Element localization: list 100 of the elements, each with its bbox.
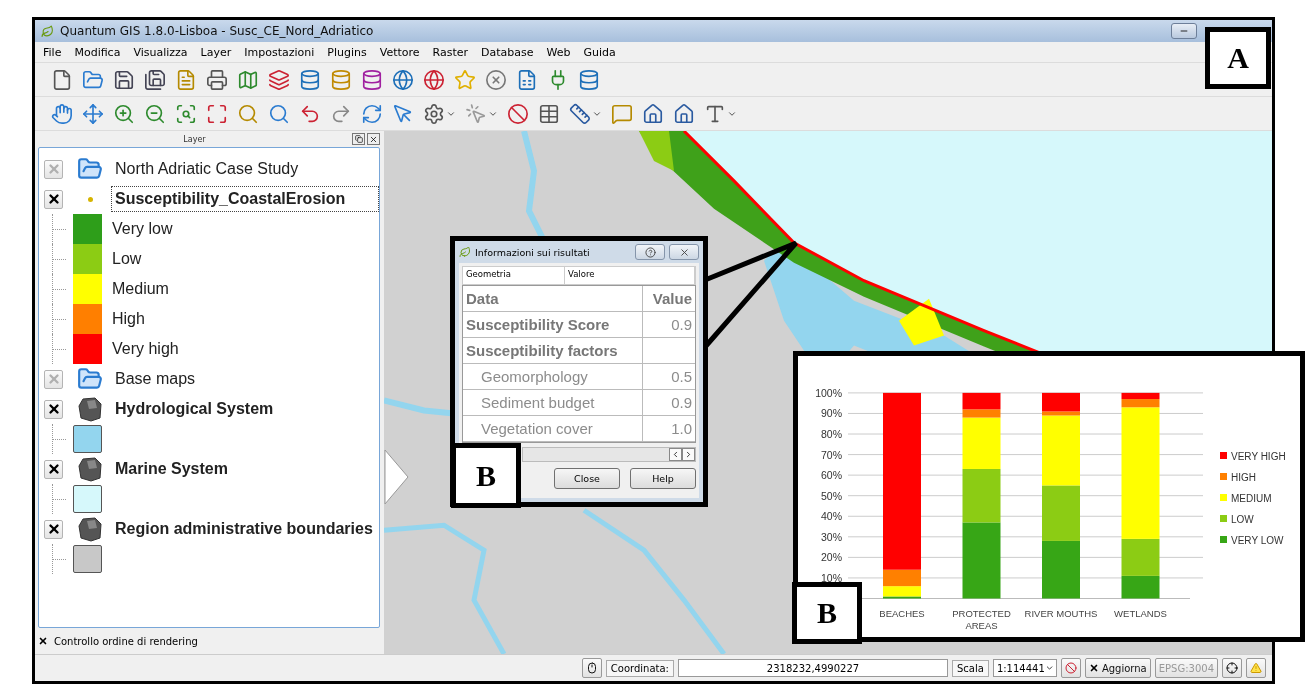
table-icon[interactable] <box>538 102 560 125</box>
layers-icon[interactable] <box>268 68 290 91</box>
map-icon[interactable] <box>237 68 259 91</box>
scroll-left-button[interactable] <box>669 448 682 461</box>
speech-bubble-icon[interactable] <box>611 102 633 125</box>
database-icon[interactable] <box>578 68 600 91</box>
panel-toggle-handle[interactable] <box>384 449 410 505</box>
zoom-selection-icon[interactable] <box>175 102 197 125</box>
spreadsheet-icon[interactable] <box>516 68 538 91</box>
database-icon[interactable] <box>330 68 352 91</box>
check-mark-icon[interactable] <box>38 636 48 646</box>
table-cell: Vegetation cover <box>463 416 643 442</box>
database-icon[interactable] <box>361 68 383 91</box>
mouse-icon <box>585 662 598 674</box>
table-cell: Susceptibility Score <box>463 312 643 338</box>
panel-title: Layer <box>182 134 207 144</box>
y-tick-label: 90% <box>821 407 842 420</box>
crosshair-button[interactable] <box>1222 658 1242 678</box>
close-icon <box>369 134 378 144</box>
column-header[interactable]: Geometria <box>463 267 565 284</box>
dialog-title: Informazioni sui risultati <box>475 246 591 258</box>
select-icon[interactable] <box>465 102 487 125</box>
menu-item[interactable]: Web <box>546 45 571 59</box>
scroll-right-button[interactable] <box>682 448 695 461</box>
zoom-in-icon[interactable] <box>113 102 135 125</box>
coordinate-field[interactable]: 2318232,4990227 <box>678 659 948 677</box>
leaf-icon <box>41 24 54 38</box>
document-icon[interactable] <box>175 68 197 91</box>
polygon-layer-icon <box>77 516 103 542</box>
float-button[interactable] <box>352 133 365 145</box>
polygon-layer-icon <box>77 456 103 482</box>
table-cell: Geomorphology <box>463 364 643 390</box>
layer-name[interactable]: Region administrative boundaries <box>111 516 377 542</box>
new-file-icon[interactable] <box>51 68 73 91</box>
hand-icon[interactable] <box>51 102 73 125</box>
layer-name[interactable]: Marine System <box>111 456 232 482</box>
help-button[interactable] <box>635 244 665 260</box>
layer-name[interactable]: Susceptibility_CoastalErosion <box>111 186 379 212</box>
print-icon[interactable] <box>206 68 228 91</box>
search-icon[interactable] <box>237 102 259 125</box>
minimize-button[interactable] <box>1171 23 1197 39</box>
stop-render-button[interactable] <box>1060 658 1081 678</box>
caret-icon <box>1044 663 1054 673</box>
scale-label: Scala <box>952 659 989 677</box>
menu-item[interactable]: File <box>43 45 62 59</box>
polygon-layer-icon <box>77 396 103 422</box>
deselect-icon[interactable] <box>507 102 529 125</box>
save-icon[interactable] <box>113 68 135 91</box>
database-icon[interactable] <box>299 68 321 91</box>
globe-icon[interactable] <box>392 68 414 91</box>
pointer-icon[interactable] <box>392 102 414 125</box>
ruler-icon[interactable] <box>569 102 591 125</box>
table-cell: 1.0 <box>643 416 695 442</box>
table-cell: Sediment budget <box>463 390 643 416</box>
save-as-icon[interactable] <box>144 68 166 91</box>
close-button[interactable] <box>367 133 380 145</box>
column-header[interactable]: Valore <box>565 267 695 284</box>
folder-icon <box>77 366 103 392</box>
dot-icon <box>87 196 93 202</box>
zoom-out-icon[interactable] <box>144 102 166 125</box>
globe-icon[interactable] <box>423 68 445 91</box>
scale-combobox[interactable]: 1:114441 <box>992 659 1057 677</box>
legend-label: HIGH <box>1231 472 1256 483</box>
legend-label: LOW <box>1231 514 1254 525</box>
y-tick-label: 10% <box>821 571 842 584</box>
warning-icon <box>1250 662 1262 674</box>
folder-icon[interactable] <box>82 68 104 91</box>
menu-item[interactable]: Guida <box>583 45 616 59</box>
table-header: Value <box>643 286 695 312</box>
dialog-button[interactable]: Close <box>554 468 620 489</box>
search-icon[interactable] <box>268 102 290 125</box>
category-label: BEACHES <box>878 608 926 620</box>
horizontal-scrollbar[interactable] <box>522 447 696 462</box>
low-zone-patch <box>639 131 674 171</box>
menu-item[interactable]: Layer <box>200 45 232 59</box>
menu-item[interactable]: Visualizza <box>133 45 188 59</box>
menu-item[interactable]: Plugins <box>327 45 367 59</box>
layer-name[interactable]: North Adriatic Case Study <box>111 156 303 182</box>
menu-item[interactable]: Vettore <box>379 45 420 59</box>
home-icon[interactable] <box>642 102 664 125</box>
menu-item[interactable]: Impostazioni <box>244 45 315 59</box>
refresh-icon[interactable] <box>361 102 383 125</box>
menu-item[interactable]: Raster <box>432 45 469 59</box>
gear-icon[interactable] <box>423 102 445 125</box>
layer-name[interactable]: Base maps <box>111 366 200 392</box>
legend-label: Very low <box>112 220 173 238</box>
star-icon[interactable] <box>454 68 476 91</box>
zoom-full-icon[interactable] <box>206 102 228 125</box>
menu-item[interactable]: Database <box>481 45 534 59</box>
menu-item[interactable]: Modifica <box>74 45 121 59</box>
home-icon[interactable] <box>673 102 695 125</box>
mouse-button[interactable] <box>581 658 602 678</box>
remove-icon[interactable] <box>485 68 507 91</box>
render-toggle[interactable]: Aggiorna <box>1084 658 1151 678</box>
crosshair-icon <box>1226 662 1238 674</box>
leaf-icon <box>459 246 471 258</box>
move-icon[interactable] <box>82 102 104 125</box>
folder-icon <box>77 156 103 182</box>
layer-name[interactable]: Hydrological System <box>111 396 278 422</box>
dialog-button[interactable]: Help <box>630 468 696 489</box>
